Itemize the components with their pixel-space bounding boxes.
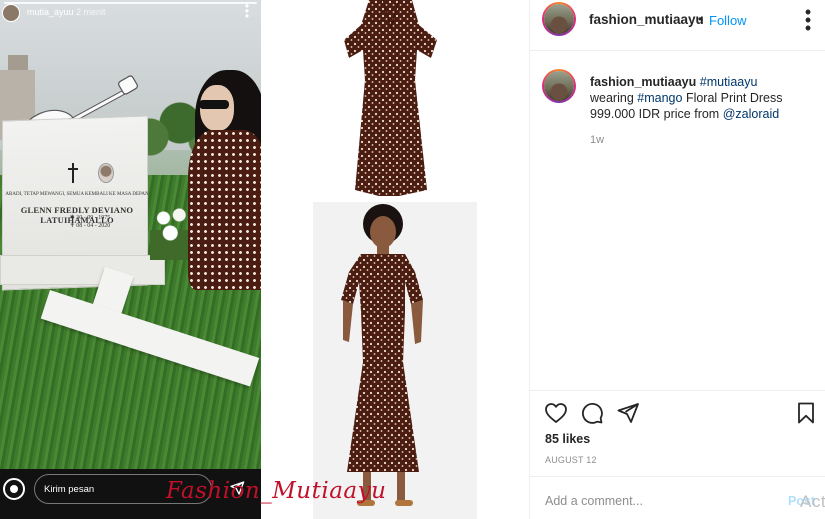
post-side-panel: fashion_mutiaayu • Follow • • • fashion_… (529, 0, 825, 519)
more-options-icon[interactable]: • • • (243, 0, 251, 22)
caption-username[interactable]: fashion_mutiaayu (590, 75, 696, 89)
caption-avatar[interactable] (542, 69, 576, 103)
instagram-post-view: ABADI, TETAP MEWANGI, SEMUA KEMBALI KE M… (0, 0, 825, 519)
comment-input[interactable]: Add a comment... (545, 494, 643, 508)
watermark-text: Fashion_Mutiaayu (166, 478, 387, 504)
story-reply-placeholder: Kirim pesan (44, 484, 95, 495)
dress-product-image (344, 0, 437, 196)
story-username[interactable]: mutia_ayuu (27, 7, 74, 17)
woman-floral-dress (188, 130, 261, 290)
post-media[interactable]: ABADI, TETAP MEWANGI, SEMUA KEMBALI KE M… (0, 0, 529, 519)
carousel-indicator (383, 514, 407, 518)
hashtag-link[interactable]: #mutiaayu (700, 75, 758, 89)
likes-count[interactable]: 85 likes (545, 432, 590, 446)
tombstone-born: ✱ 30 - 09 - 1975 (69, 215, 111, 221)
caption-price: 999.000 IDR price from (590, 107, 720, 121)
tombstone-epitaph: ABADI, TETAP MEWANGI, SEMUA KEMBALI KE M… (5, 192, 149, 197)
separator-dot: • (698, 12, 703, 26)
camera-icon[interactable] (3, 478, 25, 500)
hashtag-link[interactable]: #mango (637, 91, 682, 105)
story-progress-bar (4, 2, 257, 4)
profile-avatar[interactable] (542, 2, 576, 36)
tombstone-died: ✝ 08 - 04 - 2020 (69, 223, 111, 229)
comment-box: Add a comment... Post (530, 476, 825, 519)
bookmark-icon[interactable] (794, 401, 818, 425)
sunglasses (199, 100, 229, 109)
tombstone-photo (98, 163, 114, 183)
more-options-icon[interactable]: • • • (802, 3, 814, 37)
caption-word: wearing (590, 91, 634, 105)
tombstone-base (0, 255, 165, 285)
caption-section: fashion_mutiaayu #mutiaayu wearing #mang… (530, 52, 825, 390)
post-header: fashion_mutiaayu • Follow • • • (530, 0, 825, 51)
story-header: mutia_ayuu 2 menit • • • (0, 0, 261, 26)
story-screenshot: ABADI, TETAP MEWANGI, SEMUA KEMBALI KE M… (0, 0, 261, 519)
story-avatar[interactable] (2, 4, 20, 22)
heart-icon[interactable] (544, 401, 568, 425)
mention-link[interactable]: @zaloraid (723, 107, 779, 121)
avatar-image (544, 4, 574, 34)
caption-text: fashion_mutiaayu #mutiaayu wearing #mang… (590, 74, 820, 122)
cross-icon (68, 163, 78, 183)
comment-icon[interactable] (580, 401, 604, 425)
post-date[interactable]: AUGUST 12 (545, 455, 597, 465)
model-figure (341, 204, 423, 506)
caption-time: 1w (590, 134, 605, 146)
story-timestamp: 2 menit (76, 7, 106, 17)
share-icon[interactable] (616, 401, 640, 425)
post-username[interactable]: fashion_mutiaayu (589, 12, 704, 27)
avatar-image (544, 71, 574, 101)
model-dress-image (313, 202, 477, 519)
follow-button[interactable]: Follow (709, 13, 747, 28)
activate-windows-overlay: Act (800, 492, 825, 511)
caption-product: Floral Print Dress (685, 91, 783, 105)
